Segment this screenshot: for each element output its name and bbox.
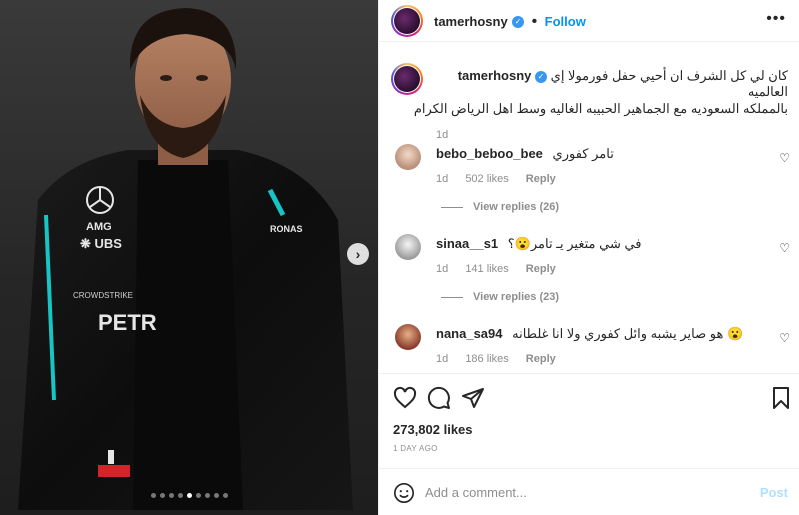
like-heart-icon[interactable] (393, 386, 417, 410)
comment-text: هو صاير يشبه وائل كفوري ولا انا غلطانه 😮 (512, 326, 744, 341)
commenter-avatar[interactable] (395, 144, 421, 170)
carousel-dot (177, 493, 183, 498)
author-username[interactable]: tamerhosny (434, 14, 508, 29)
comment-age: 1d (436, 173, 449, 185)
carousel-next-button[interactable]: › (347, 243, 369, 265)
comment-text: في شي متغير يـ تامر😮؟ (507, 236, 642, 251)
svg-text:CROWDSTRIKE: CROWDSTRIKE (73, 291, 133, 300)
carousel-dot (222, 493, 228, 498)
comment-meta: 1d 141 likes Reply (436, 263, 570, 275)
comment-username[interactable]: nana_sa94 (436, 326, 503, 341)
svg-text:❋ UBS: ❋ UBS (80, 236, 122, 251)
carousel-indicator (0, 493, 378, 498)
view-replies-button[interactable]: View replies (23) (441, 291, 559, 303)
post-header: tamerhosny ✓ • Follow ••• (379, 0, 799, 42)
view-replies-button[interactable]: View replies (26) (441, 201, 559, 213)
commenter-avatar[interactable] (395, 324, 421, 350)
save-bookmark-icon[interactable] (769, 386, 793, 410)
post-photo[interactable]: AMG ❋ UBS CROWDSTRIKE PETR RONAS › (0, 0, 378, 515)
post-detail-panel: tamerhosny ✓ • Follow ••• tamerhosny ✓ ك… (378, 0, 799, 515)
share-send-icon[interactable] (461, 386, 485, 410)
comment-text: تامر كفوري (552, 146, 614, 161)
svg-text:PETR: PETR (98, 310, 157, 335)
likes-count[interactable]: 273,802 likes (393, 422, 473, 437)
comment-likes[interactable]: 141 likes (465, 263, 508, 275)
comment-bubble-icon[interactable] (427, 386, 451, 410)
like-comment-icon[interactable]: ♡ (779, 331, 790, 345)
reply-button[interactable]: Reply (526, 353, 556, 365)
comment-meta: 1d 502 likes Reply (436, 173, 570, 185)
svg-text:RONAS: RONAS (270, 224, 303, 234)
comment-likes[interactable]: 502 likes (465, 173, 508, 185)
comment-meta: 1d 186 likes Reply (436, 353, 570, 365)
reply-button[interactable]: Reply (526, 263, 556, 275)
comment-username[interactable]: sinaa__s1 (436, 236, 498, 251)
follow-button[interactable]: Follow (545, 14, 586, 29)
comment-age: 1d (436, 263, 449, 275)
comment-input[interactable] (425, 481, 745, 503)
emoji-icon[interactable] (393, 482, 415, 504)
person-illustration: AMG ❋ UBS CROWDSTRIKE PETR RONAS (18, 8, 353, 510)
reply-button[interactable]: Reply (526, 173, 556, 185)
carousel-dot (213, 493, 219, 498)
author-avatar[interactable] (391, 5, 423, 37)
caption-username[interactable]: tamerhosny (458, 68, 532, 83)
verified-badge-icon: ✓ (512, 15, 525, 28)
post-actions: 273,802 likes 1 DAY AGO (379, 373, 799, 473)
carousel-dot (168, 493, 174, 498)
comments-list: tamerhosny ✓ كان لي كل الشرف ان أحيي حفل… (379, 43, 799, 373)
comment-likes[interactable]: 186 likes (465, 353, 508, 365)
verified-badge-icon: ✓ (535, 70, 548, 83)
carousel-dot (195, 493, 201, 498)
carousel-dot (159, 493, 165, 498)
comment-age: 1d (436, 353, 449, 365)
post-date[interactable]: 1 DAY AGO (393, 444, 438, 453)
caption-text-line2: بالمملكه السعوديه مع الجماهير الحبيبه ال… (413, 101, 788, 116)
carousel-dot (204, 493, 210, 498)
comment-composer: Post (379, 468, 799, 515)
caption-author-avatar[interactable] (391, 63, 423, 95)
more-options-icon[interactable]: ••• (766, 10, 786, 28)
comment: bebo_beboo_bee تامر كفوري (436, 146, 614, 162)
commenter-avatar[interactable] (395, 234, 421, 260)
comment-username[interactable]: bebo_beboo_bee (436, 146, 543, 161)
photo-subject: AMG ❋ UBS CROWDSTRIKE PETR RONAS (8, 0, 358, 510)
carousel-dot (186, 493, 192, 498)
caption-text-line1: كان لي كل الشرف ان أحيي حفل فورمولا إي ا… (550, 68, 788, 99)
carousel-dot (150, 493, 156, 498)
caption-age: 1d (436, 129, 449, 141)
post-comment-button[interactable]: Post (760, 485, 788, 500)
svg-text:AMG: AMG (86, 221, 112, 233)
caption: tamerhosny ✓ كان لي كل الشرف ان أحيي حفل… (414, 68, 788, 141)
comment: sinaa__s1 في شي متغير يـ تامر😮؟ (436, 236, 642, 252)
comment: nana_sa94 هو صاير يشبه وائل كفوري ولا ان… (436, 326, 743, 342)
like-comment-icon[interactable]: ♡ (779, 151, 790, 165)
like-comment-icon[interactable]: ♡ (779, 241, 790, 255)
